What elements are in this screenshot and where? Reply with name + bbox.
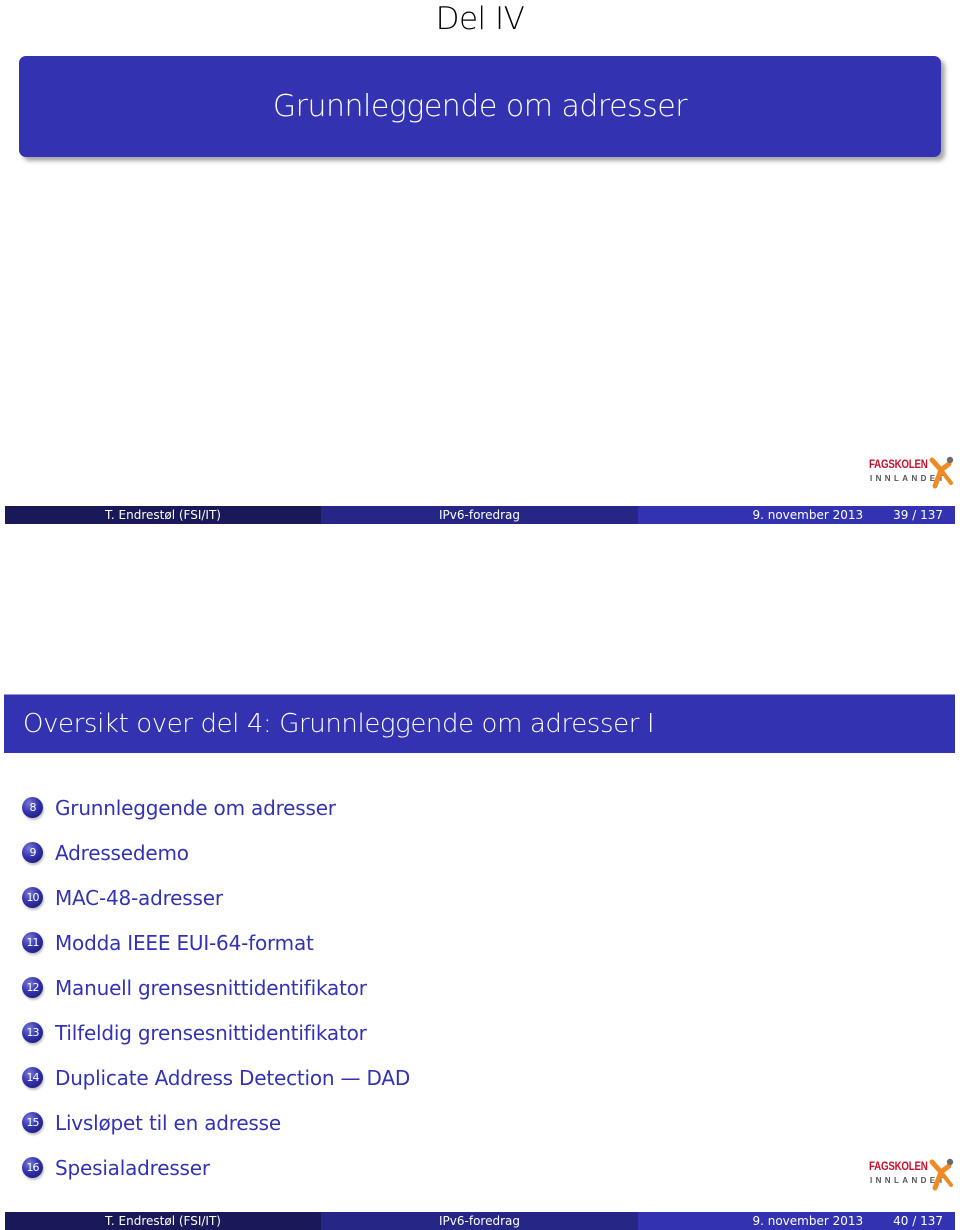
frame-title-bar: Oversikt over del 4: Grunnleggende om ad…: [4, 694, 955, 753]
footer-page-number: 40 / 137: [893, 1214, 943, 1228]
toc-item[interactable]: 9 Adressedemo: [22, 830, 410, 875]
logo-text-fagskolen: FAGSKOLEN: [869, 459, 928, 471]
toc-item-label[interactable]: Manuell grensesnittidentifikator: [55, 976, 367, 1000]
running-figure-icon: [929, 456, 954, 489]
footer-bar: T. Endrestøl (FSI/IT) IPv6-foredrag 9. n…: [5, 1212, 955, 1230]
toc-item-label[interactable]: Modda IEEE EUI-64-format: [55, 931, 314, 955]
footer-author: T. Endrestøl (FSI/IT): [105, 508, 221, 522]
section-number-ball: 16: [22, 1157, 43, 1178]
section-number-ball: 13: [22, 1022, 43, 1043]
section-number-ball: 9: [22, 842, 43, 863]
fagskolen-logo: FAGSKOLEN INNLANDET: [869, 455, 955, 491]
toc-item[interactable]: 15 Livsløpet til en adresse: [22, 1100, 410, 1145]
toc-item[interactable]: 12 Manuell grensesnittidentifikator: [22, 965, 410, 1010]
logo-text-fagskolen: FAGSKOLEN: [869, 1161, 928, 1173]
section-number-ball: 14: [22, 1067, 43, 1088]
toc-item[interactable]: 16 Spesialadresser: [22, 1145, 410, 1190]
slide-40: Oversikt over del 4: Grunnleggende om ad…: [0, 690, 960, 1230]
toc-item-label[interactable]: Duplicate Address Detection — DAD: [55, 1066, 410, 1090]
toc-item-label[interactable]: Livsløpet til en adresse: [55, 1111, 281, 1135]
frame-title: Oversikt over del 4: Grunnleggende om ad…: [23, 709, 655, 739]
section-number-ball: 12: [22, 977, 43, 998]
section-number-ball: 10: [22, 887, 43, 908]
fagskolen-logo: FAGSKOLEN INNLANDET: [869, 1157, 955, 1193]
footer-date: 9. november 2013: [752, 1214, 864, 1228]
slide-39: Del IV Grunnleggende om adresser FAGSKOL…: [0, 0, 960, 530]
section-number-ball: 15: [22, 1112, 43, 1133]
table-of-contents: 8 Grunnleggende om adresser 9 Adressedemo …: [22, 785, 410, 1190]
toc-item[interactable]: 10 MAC-48-adresser: [22, 875, 410, 920]
toc-item[interactable]: 14 Duplicate Address Detection — DAD: [22, 1055, 410, 1100]
toc-item-label[interactable]: MAC-48-adresser: [55, 886, 223, 910]
toc-item[interactable]: 8 Grunnleggende om adresser: [22, 785, 410, 830]
toc-item-label[interactable]: Tilfeldig grensesnittidentifikator: [55, 1021, 367, 1045]
part-title-box: Grunnleggende om adresser: [19, 56, 941, 157]
footer-date: 9. november 2013: [752, 508, 864, 522]
footer-bar: T. Endrestøl (FSI/IT) IPv6-foredrag 9. n…: [5, 506, 955, 524]
toc-item[interactable]: 11 Modda IEEE EUI-64-format: [22, 920, 410, 965]
section-number-ball: 11: [22, 932, 43, 953]
part-title: Grunnleggende om adresser: [272, 89, 688, 124]
toc-item-label[interactable]: Spesialadresser: [55, 1156, 210, 1180]
footer-title: IPv6-foredrag: [439, 1214, 520, 1228]
running-figure-icon: [929, 1158, 954, 1191]
footer-page-number: 39 / 137: [893, 508, 943, 522]
toc-item-label[interactable]: Adressedemo: [55, 841, 189, 865]
toc-item-label[interactable]: Grunnleggende om adresser: [55, 796, 336, 820]
footer-author: T. Endrestøl (FSI/IT): [105, 1214, 221, 1228]
toc-item[interactable]: 13 Tilfeldig grensesnittidentifikator: [22, 1010, 410, 1055]
section-number-ball: 8: [22, 797, 43, 818]
part-label: Del IV: [435, 1, 525, 37]
footer-title: IPv6-foredrag: [439, 508, 520, 522]
